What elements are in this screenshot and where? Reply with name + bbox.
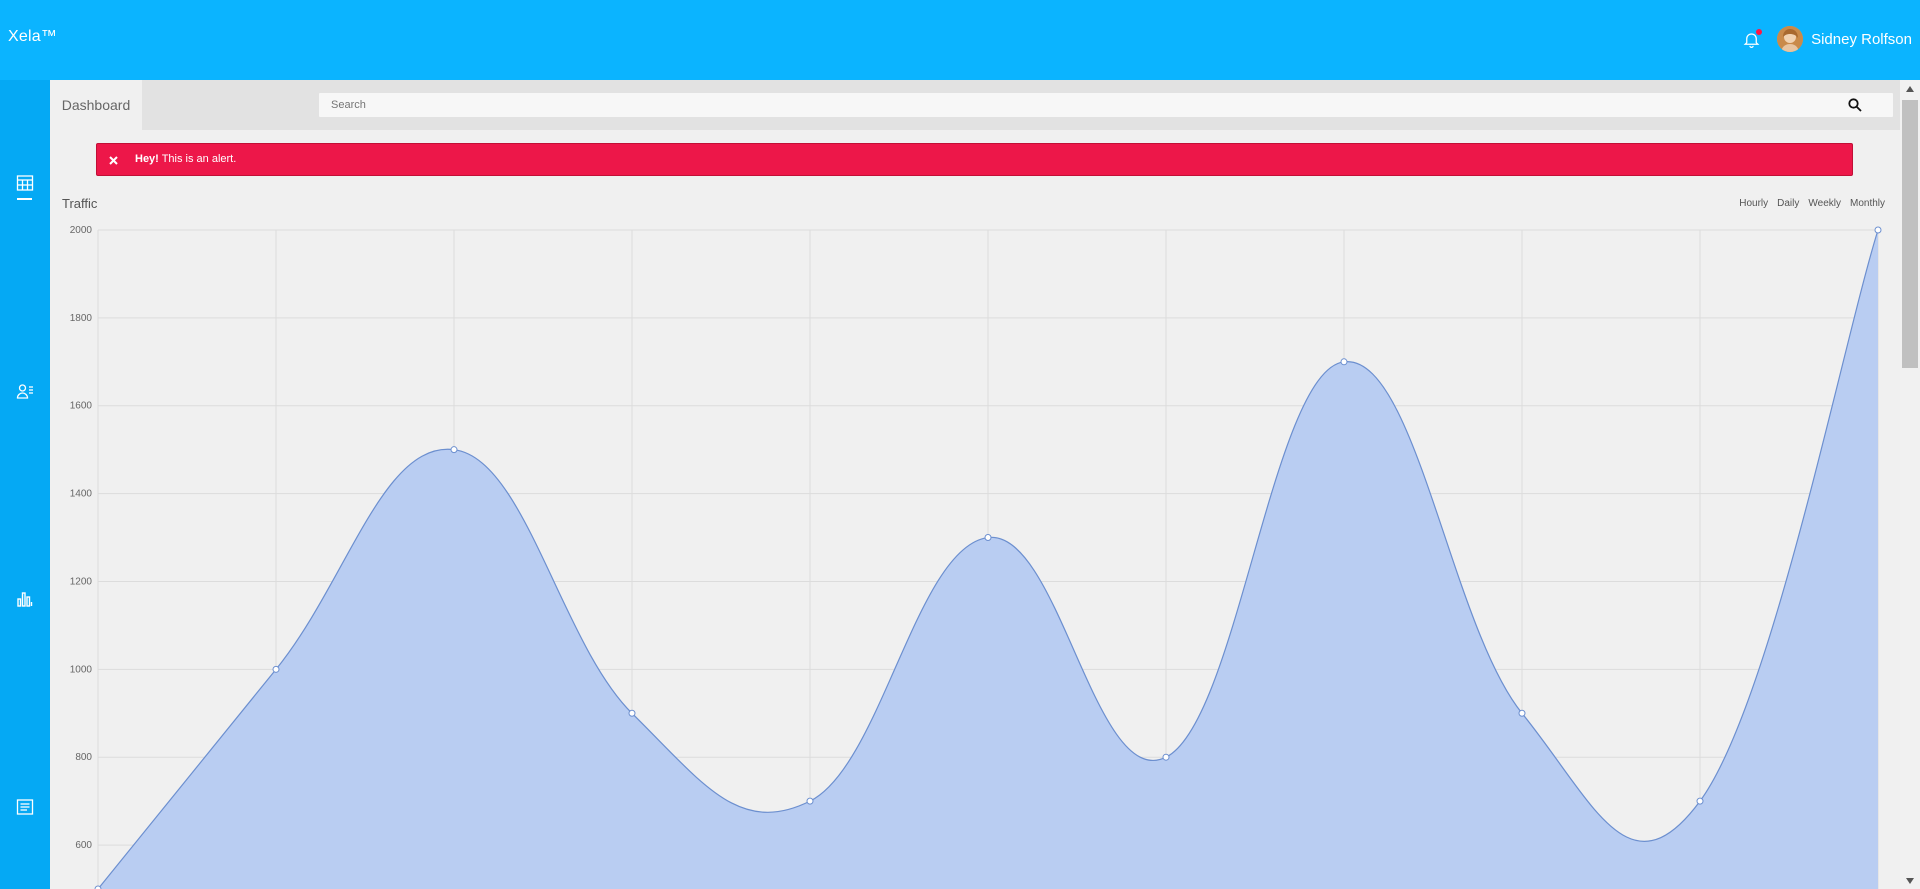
data-point [628,709,636,717]
sidebar-item-list[interactable] [12,792,38,822]
close-icon [108,155,118,165]
scroll-down-arrow-icon [1906,877,1914,884]
scroll-up-arrow-icon [1906,85,1914,92]
data-point [984,534,992,542]
scroll-down-button[interactable] [1900,872,1920,889]
calendar-icon [16,175,34,191]
alert-banner: Hey! This is an alert. [96,143,1853,176]
time-range-selector: Hourly Daily Weekly Monthly [1739,198,1885,209]
tab-bar: Dashboard [50,80,1900,130]
bell-icon[interactable] [1739,27,1763,51]
y-tick-label: 1600 [70,401,93,412]
vertical-scrollbar[interactable] [1900,80,1920,889]
traffic-chart-svg: 600 800 1000 1200 1400 1600 1800 2000 [70,225,1882,889]
data-point [806,797,814,805]
search-icon[interactable] [1847,97,1863,113]
alert-strong: Hey! [135,153,159,165]
range-hourly[interactable]: Hourly [1739,198,1768,209]
y-tick-label: 1400 [70,489,93,500]
tab-dashboard[interactable]: Dashboard [50,80,142,130]
y-tick-label: 2000 [70,225,93,236]
traffic-chart: 600 800 1000 1200 1400 1600 1800 2000 [50,215,1900,889]
data-point [272,665,280,673]
y-tick-label: 1000 [70,664,93,675]
range-monthly[interactable]: Monthly [1850,198,1885,209]
data-point [1874,226,1882,234]
chart-title: Traffic [62,196,98,211]
top-bar: Xela™ Sidney Rolfson [0,0,1920,80]
avatar[interactable] [1777,26,1804,52]
scroll-up-button[interactable] [1900,80,1920,97]
scroll-thumb[interactable] [1902,100,1918,368]
y-tick-label: 800 [75,752,92,763]
data-point [1696,797,1704,805]
sidebar-item-calendar[interactable] [12,168,38,200]
range-weekly[interactable]: Weekly [1808,198,1841,209]
y-tick-label: 1200 [70,576,93,587]
alert-close-button[interactable] [105,152,121,168]
y-tick-label: 1800 [70,313,93,324]
y-tick-label: 600 [75,840,92,851]
sidebar-item-contacts[interactable] [12,376,38,406]
alert-message: Hey! This is an alert. [135,153,236,165]
alert-body: This is an alert. [158,153,237,165]
user-area: Sidney Rolfson [1739,24,1912,54]
brand-logo[interactable]: Xela™ [8,28,57,46]
data-point [450,446,458,454]
user-name[interactable]: Sidney Rolfson [1811,31,1912,48]
list-icon [16,799,34,815]
notification-dot [1756,29,1763,35]
bar-chart-icon [17,592,33,607]
data-point [1340,358,1348,366]
search-bar [319,93,1893,117]
sidebar-item-charts[interactable] [12,584,38,614]
data-point [1518,709,1526,717]
sidebar [0,80,50,889]
data-point [1162,753,1170,761]
contacts-icon [16,384,33,399]
search-input[interactable] [319,93,1893,117]
range-daily[interactable]: Daily [1777,198,1799,209]
